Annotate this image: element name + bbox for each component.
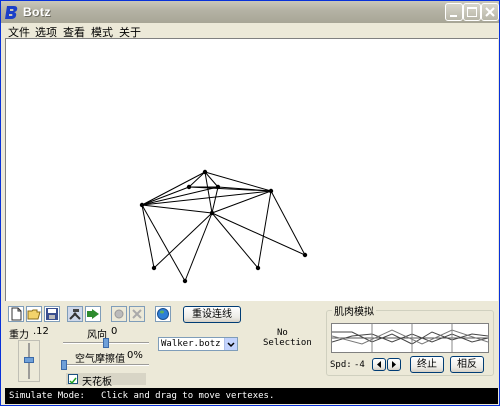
gravity-slider-thumb[interactable]: [24, 357, 34, 363]
wind-slider-thumb[interactable]: [103, 338, 109, 348]
app-window: Botz 文件 选项 查看 模式 关于 重设连线 重力 .12 风向 0 空气摩…: [0, 0, 500, 406]
arrow-left-icon: [377, 361, 381, 368]
control-panel: 重设连线 重力 .12 风向 0 空气摩擦值 0% 天花板 Walker.bot…: [5, 302, 498, 388]
gravity-label: 重力: [9, 330, 29, 341]
gravity-value: .12: [33, 326, 49, 337]
save-disk-icon[interactable]: [44, 306, 60, 322]
muscle-group: 肌肉模拟 Spd: -4 终止 相反: [326, 303, 494, 376]
speed-value: -4: [354, 360, 365, 370]
reverse-button[interactable]: 相反: [450, 356, 484, 373]
speed-decrease-button[interactable]: [372, 358, 386, 371]
wind-value: 0: [111, 326, 118, 337]
maximize-button[interactable]: [463, 3, 481, 21]
open-folder-icon[interactable]: [26, 306, 42, 322]
air-friction-label: 空气摩擦值: [75, 354, 125, 365]
ceiling-label: 天花板: [82, 377, 112, 388]
chevron-down-icon[interactable]: [224, 338, 237, 350]
new-file-icon[interactable]: [8, 306, 24, 322]
selection-line1: No: [277, 328, 288, 338]
minimize-button[interactable]: [445, 3, 463, 21]
record-disabled-icon[interactable]: [111, 306, 127, 322]
status-mode: Simulate Mode:: [9, 391, 85, 401]
close-button[interactable]: [481, 3, 499, 21]
speed-label: Spd:: [330, 360, 352, 370]
muscle-graph: [331, 323, 489, 353]
walker-model[interactable]: [6, 39, 499, 302]
status-message: Click and drag to move vertexes.: [101, 391, 275, 401]
air-friction-value: 0%: [127, 350, 143, 361]
status-bar: Simulate Mode: Click and drag to move ve…: [5, 388, 498, 404]
speed-increase-button[interactable]: [387, 358, 401, 371]
stop-button[interactable]: 终止: [410, 356, 444, 373]
reset-links-button[interactable]: 重设连线: [183, 306, 241, 323]
selection-line2: Selection: [263, 338, 312, 348]
air-friction-slider-track[interactable]: [63, 364, 149, 366]
model-select-value: Walker.botz: [161, 339, 221, 349]
window-title: Botz: [23, 5, 51, 19]
delete-disabled-icon[interactable]: [129, 306, 145, 322]
simulation-canvas[interactable]: [5, 38, 498, 301]
ceiling-checkbox-row[interactable]: 天花板: [66, 373, 146, 388]
arrow-right-icon: [392, 361, 396, 368]
simulate-play-icon[interactable]: [85, 306, 101, 322]
ceiling-checkbox[interactable]: [68, 374, 78, 385]
botz-logo-icon: [4, 4, 20, 20]
title-bar[interactable]: Botz: [1, 1, 499, 23]
tools-hammer-icon[interactable]: [67, 306, 83, 322]
muscle-waveform: [332, 324, 488, 352]
muscle-group-title: 肌肉模拟: [332, 303, 376, 318]
air-friction-slider-thumb[interactable]: [61, 360, 67, 370]
globe-icon[interactable]: [155, 306, 171, 322]
menu-bar: 文件 选项 查看 模式 关于: [1, 23, 499, 39]
model-select[interactable]: Walker.botz: [158, 337, 238, 351]
